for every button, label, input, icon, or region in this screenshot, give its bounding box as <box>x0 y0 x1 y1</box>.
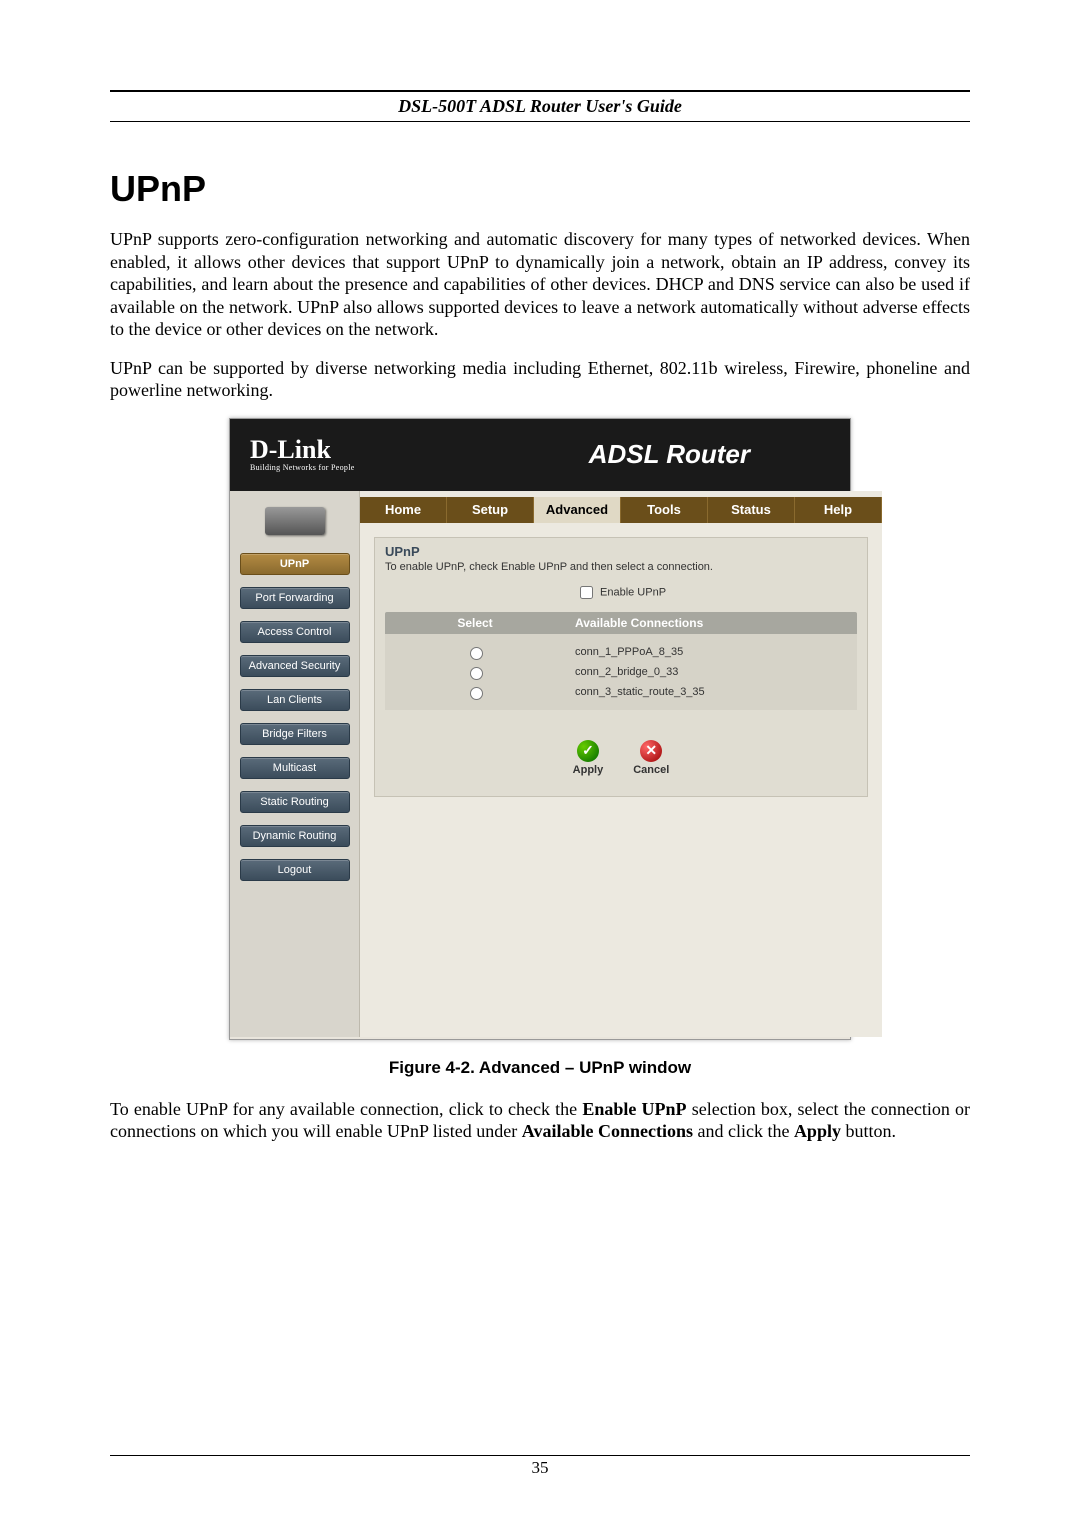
brand-name: D-Link <box>250 437 355 463</box>
sidebar-item-dynamic-routing[interactable]: Dynamic Routing <box>240 825 350 847</box>
table-body: conn_1_PPPoA_8_35 conn_2_bridge_0_33 con… <box>385 634 857 710</box>
tab-home[interactable]: Home <box>360 497 447 523</box>
p3-seg-f: Apply <box>794 1121 841 1141</box>
sidebar-item-advanced-security[interactable]: Advanced Security <box>240 655 350 677</box>
connection-radio-2[interactable] <box>470 667 483 680</box>
header-rule-top <box>110 90 970 92</box>
figure-wrap: D-Link Building Networks for People ADSL… <box>110 418 970 1040</box>
router-screenshot: D-Link Building Networks for People ADSL… <box>229 418 851 1040</box>
device-icon <box>265 507 325 535</box>
footer-rule <box>110 1455 970 1456</box>
sidebar: UPnP Port Forwarding Access Control Adva… <box>230 491 360 1037</box>
panel-note: To enable UPnP, check Enable UPnP and th… <box>385 561 857 573</box>
header-title: DSL-500T ADSL Router User's Guide <box>110 96 970 121</box>
sidebar-item-port-forwarding[interactable]: Port Forwarding <box>240 587 350 609</box>
check-icon: ✓ <box>577 740 599 762</box>
page-number: 35 <box>0 1458 1080 1478</box>
col-available: Available Connections <box>565 616 857 630</box>
connection-name-3: conn_3_static_route_3_35 <box>565 686 857 698</box>
tab-status[interactable]: Status <box>708 497 795 523</box>
tab-help[interactable]: Help <box>795 497 882 523</box>
paragraph-1: UPnP supports zero-configuration network… <box>110 228 970 341</box>
connections-table: Select Available Connections conn_1_PPPo… <box>385 612 857 710</box>
p3-seg-a: To enable UPnP for any available connect… <box>110 1099 582 1119</box>
sidebar-item-multicast[interactable]: Multicast <box>240 757 350 779</box>
figure-caption: Figure 4-2. Advanced – UPnP window <box>110 1058 970 1078</box>
tab-bar: Home Setup Advanced Tools Status Help <box>360 497 882 523</box>
p3-seg-g: button. <box>841 1121 896 1141</box>
router-title: ADSL Router <box>589 439 830 470</box>
paragraph-3: To enable UPnP for any available connect… <box>110 1098 970 1143</box>
document-page: DSL-500T ADSL Router User's Guide UPnP U… <box>0 0 1080 1528</box>
sidebar-item-access-control[interactable]: Access Control <box>240 621 350 643</box>
brand-tagline: Building Networks for People <box>250 463 355 472</box>
router-header: D-Link Building Networks for People ADSL… <box>230 419 850 491</box>
close-icon: ✕ <box>640 740 662 762</box>
table-row: conn_1_PPPoA_8_35 <box>385 642 857 662</box>
enable-row: Enable UPnP <box>385 583 857 602</box>
header-rule-bottom <box>110 121 970 122</box>
p3-seg-b: Enable UPnP <box>582 1099 686 1119</box>
cancel-button[interactable]: ✕ Cancel <box>633 740 669 776</box>
tab-tools[interactable]: Tools <box>621 497 708 523</box>
sidebar-item-logout[interactable]: Logout <box>240 859 350 881</box>
panel-label: UPnP <box>385 544 857 559</box>
enable-upnp-checkbox[interactable] <box>580 586 593 599</box>
apply-label: Apply <box>573 764 604 776</box>
apply-button[interactable]: ✓ Apply <box>573 740 604 776</box>
main-area: Home Setup Advanced Tools Status Help UP… <box>360 491 882 1037</box>
p3-seg-d: Available Connections <box>522 1121 693 1141</box>
sidebar-item-lan-clients[interactable]: Lan Clients <box>240 689 350 711</box>
section-heading: UPnP <box>110 168 970 210</box>
connection-radio-3[interactable] <box>470 687 483 700</box>
connection-radio-1[interactable] <box>470 647 483 660</box>
sidebar-item-upnp[interactable]: UPnP <box>240 553 350 575</box>
sidebar-item-static-routing[interactable]: Static Routing <box>240 791 350 813</box>
p3-seg-e: and click the <box>693 1121 794 1141</box>
tab-setup[interactable]: Setup <box>447 497 534 523</box>
connection-name-2: conn_2_bridge_0_33 <box>565 666 857 678</box>
table-row: conn_2_bridge_0_33 <box>385 662 857 682</box>
paragraph-2: UPnP can be supported by diverse network… <box>110 357 970 402</box>
cancel-label: Cancel <box>633 764 669 776</box>
enable-upnp-label: Enable UPnP <box>600 586 666 598</box>
upnp-panel: UPnP To enable UPnP, check Enable UPnP a… <box>374 537 868 797</box>
brand-logo: D-Link Building Networks for People <box>250 437 355 472</box>
col-select: Select <box>385 616 565 630</box>
sidebar-item-bridge-filters[interactable]: Bridge Filters <box>240 723 350 745</box>
router-body: UPnP Port Forwarding Access Control Adva… <box>230 491 850 1037</box>
table-row: conn_3_static_route_3_35 <box>385 682 857 702</box>
tab-advanced[interactable]: Advanced <box>534 497 621 523</box>
action-row: ✓ Apply ✕ Cancel <box>385 740 857 776</box>
connection-name-1: conn_1_PPPoA_8_35 <box>565 646 857 658</box>
table-header: Select Available Connections <box>385 612 857 634</box>
